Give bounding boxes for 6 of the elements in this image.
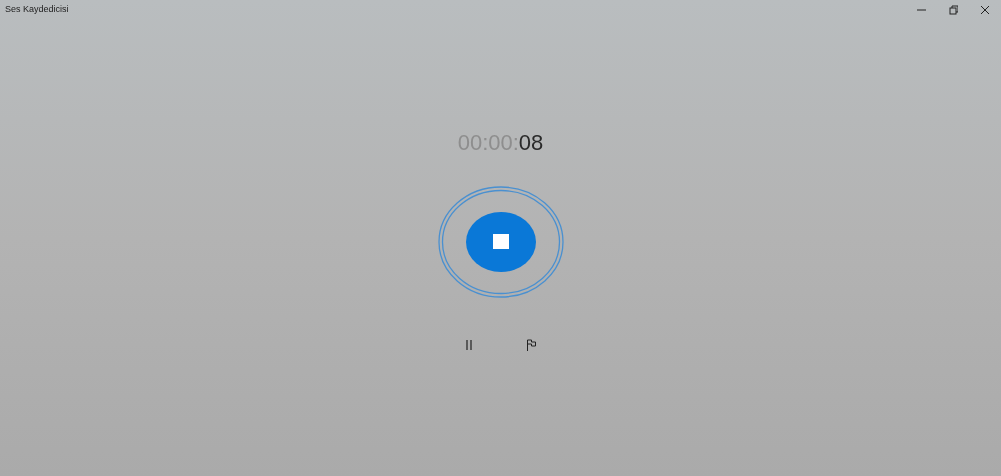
- flag-icon: [526, 339, 537, 351]
- window-title: Ses Kaydedicisi: [4, 3, 69, 17]
- stop-button[interactable]: [465, 212, 536, 272]
- close-icon: [980, 5, 990, 15]
- restore-icon: [948, 5, 958, 15]
- pause-icon: [464, 339, 475, 351]
